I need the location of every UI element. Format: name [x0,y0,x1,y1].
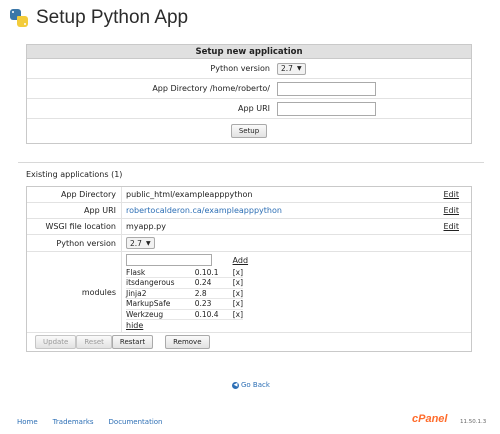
add-module-link[interactable]: Add [233,256,249,265]
remove-module-link[interactable]: [x] [228,277,243,289]
module-name: MarkupSafe [126,298,195,310]
edit-app-directory-link[interactable]: Edit [444,190,460,199]
remove-button[interactable]: Remove [165,335,210,349]
app-directory-input[interactable] [277,81,376,96]
chevron-down-icon: ▼ [296,65,302,72]
module-version: 0.23 [194,298,229,310]
reset-button[interactable]: Reset [76,335,112,349]
module-row: Werkzeug 0.10.4 [x] [126,309,243,320]
existing-python-version-value: 2.7 [130,238,142,248]
module-name-input[interactable] [126,254,212,266]
wsgi-file-value: myapp.py [126,222,166,231]
app-directory-info-row: App Directory public_html/exampleapppyth… [27,187,471,203]
setup-button[interactable]: Setup [230,124,268,138]
python-version-value: 2.7 [281,64,293,73]
python-version-label: Python version [210,64,270,73]
python-logo-icon [10,9,28,27]
module-version: 0.10.1 [194,267,229,278]
module-name: Jinja2 [126,288,195,299]
python-version-row: Python version 2.7 ▼ [27,59,471,79]
module-name: itsdangerous [126,277,195,289]
version-label: 11.50.1.3 [460,419,487,425]
hide-modules-link[interactable]: hide [126,321,143,330]
edit-app-uri-link[interactable]: Edit [444,206,460,215]
section-divider [18,162,484,163]
python-version-select[interactable]: 2.7 ▼ [277,62,306,75]
module-row: MarkupSafe 0.23 [x] [126,298,243,310]
app-uri-label: App URI [238,104,270,113]
go-back-link[interactable]: ◀ Go Back [232,381,270,389]
modules-table: Flask 0.10.1 [x] itsdangerous 0.24 [x] J… [126,267,243,320]
app-uri-info-label: App URI [27,203,122,218]
module-row: itsdangerous 0.24 [x] [126,277,243,289]
modules-label: modules [27,252,122,332]
app-uri-input[interactable] [277,101,376,116]
app-directory-info-value: public_html/exampleapppython [126,190,253,199]
footer-home-link[interactable]: Home [17,418,38,426]
existing-apps-title: Existing applications (1) [26,170,123,179]
remove-module-link[interactable]: [x] [228,267,243,278]
page-header: Setup Python App [10,5,188,31]
app-uri-row: App URI [27,99,471,119]
cpanel-logo: cPanel [412,413,448,425]
existing-python-version-label: Python version [27,235,122,251]
footer-nav: Home Trademarks Documentation [17,418,163,426]
module-row: Flask 0.10.1 [x] [126,267,243,278]
remove-module-link[interactable]: [x] [228,309,243,320]
remove-module-link[interactable]: [x] [228,298,243,310]
module-version: 0.10.4 [194,309,229,320]
app-directory-row: App Directory /home/roberto/ [27,79,471,99]
edit-wsgi-file-link[interactable]: Edit [444,222,460,231]
existing-apps-panel: App Directory public_html/exampleapppyth… [26,186,472,352]
app-uri-link[interactable]: robertocalderon.ca/exampleapppython [126,206,282,215]
existing-python-version-select[interactable]: 2.7 ▼ [126,237,155,249]
back-arrow-icon: ◀ [232,381,239,389]
chevron-down-icon: ▼ [145,239,151,247]
footer-trademarks-link[interactable]: Trademarks [53,418,94,426]
module-row: Jinja2 2.8 [x] [126,288,243,299]
restart-button[interactable]: Restart [111,335,154,349]
go-back-label: Go Back [241,381,270,389]
app-uri-info-row: App URI robertocalderon.ca/exampleapppyt… [27,203,471,219]
module-version: 2.8 [194,288,229,299]
module-name: Flask [126,267,195,278]
setup-button-row: Setup [27,119,471,143]
setup-panel-heading: Setup new application [27,45,471,59]
app-directory-info-label: App Directory [27,187,122,202]
update-button[interactable]: Update [35,335,77,349]
wsgi-file-row: WSGI file location myapp.py Edit [27,219,471,235]
app-directory-label: App Directory /home/roberto/ [152,84,270,93]
setup-new-app-panel: Setup new application Python version 2.7… [26,44,472,144]
existing-python-version-row: Python version 2.7 ▼ [27,235,471,252]
app-actions-row: Update Reset Restart Remove [27,333,471,351]
module-name: Werkzeug [126,309,195,320]
module-version: 0.24 [194,277,229,289]
modules-row: modules Add Flask 0.10.1 [x] itsdangerou… [27,252,471,333]
wsgi-file-label: WSGI file location [27,219,122,234]
footer-documentation-link[interactable]: Documentation [109,418,163,426]
page-title: Setup Python App [36,7,189,28]
remove-module-link[interactable]: [x] [228,288,243,299]
